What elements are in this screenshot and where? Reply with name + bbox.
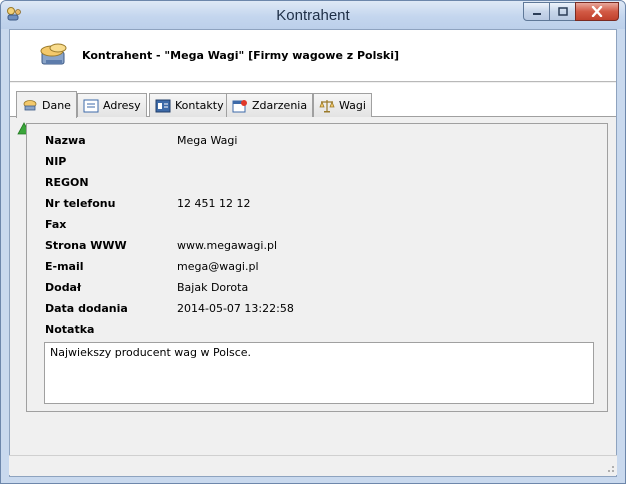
field-label: REGON <box>45 176 89 189</box>
minimize-button[interactable] <box>523 2 550 21</box>
scales-icon <box>319 99 335 112</box>
field-value: Bajak Dorota <box>177 281 249 294</box>
tab-label: Wagi <box>339 99 366 112</box>
tab-dane[interactable]: Dane <box>16 91 77 118</box>
field-value: 12 451 12 12 <box>177 197 251 210</box>
tab-label: Kontakty <box>175 99 224 112</box>
data-panel: Nazwa Mega Wagi NIP REGON Nr telefonu 12… <box>26 123 608 412</box>
contacts-icon <box>155 99 171 112</box>
status-bar <box>9 455 617 475</box>
field-value: mega@wagi.pl <box>177 260 259 273</box>
header-bar: Kontrahent - "Mega Wagi" [Firmy wagowe z… <box>10 30 616 82</box>
tab-label: Dane <box>42 98 71 112</box>
application-window: Kontrahent Kontrahent - "Mega Wagi" [Fir… <box>0 0 626 484</box>
maximize-icon <box>557 7 568 16</box>
tab-adresy[interactable]: Adresy <box>77 93 147 117</box>
field-label: NIP <box>45 155 67 168</box>
field-label: Data dodania <box>45 302 128 315</box>
field-label: Nr telefonu <box>45 197 116 210</box>
tab-strip: Dane Adresy Kontakty Zdarzenia Wagi <box>10 83 616 118</box>
tab-kontakty[interactable]: Kontakty <box>149 93 230 117</box>
minimize-icon <box>532 12 541 15</box>
close-button[interactable] <box>575 2 619 21</box>
window-controls <box>523 2 619 21</box>
note-label: Notatka <box>45 323 95 336</box>
tab-zdarzenia[interactable]: Zdarzenia <box>226 93 314 117</box>
resize-grip-icon[interactable] <box>603 461 615 473</box>
tab-wagi[interactable]: Wagi <box>313 93 372 117</box>
title-bar[interactable]: Kontrahent <box>1 1 625 29</box>
maximize-button[interactable] <box>549 2 576 21</box>
field-value: www.megawagi.pl <box>177 239 277 252</box>
field-label: E-mail <box>45 260 84 273</box>
close-icon <box>591 6 603 17</box>
tab-label: Zdarzenia <box>252 99 308 112</box>
contractor-icon <box>40 43 67 65</box>
tab-label: Adresy <box>103 99 141 112</box>
note-textarea[interactable]: Najwiekszy producent wag w Polsce. <box>44 342 594 404</box>
field-label: Dodał <box>45 281 82 294</box>
events-icon <box>232 99 247 112</box>
field-label: Nazwa <box>45 134 86 147</box>
field-label: Strona WWW <box>45 239 127 252</box>
field-value: Mega Wagi <box>177 134 238 147</box>
header-title: Kontrahent - "Mega Wagi" [Firmy wagowe z… <box>82 49 400 62</box>
address-icon <box>83 99 99 112</box>
data-icon <box>23 100 37 111</box>
field-value: 2014-05-07 13:22:58 <box>177 302 294 315</box>
field-label: Fax <box>45 218 67 231</box>
